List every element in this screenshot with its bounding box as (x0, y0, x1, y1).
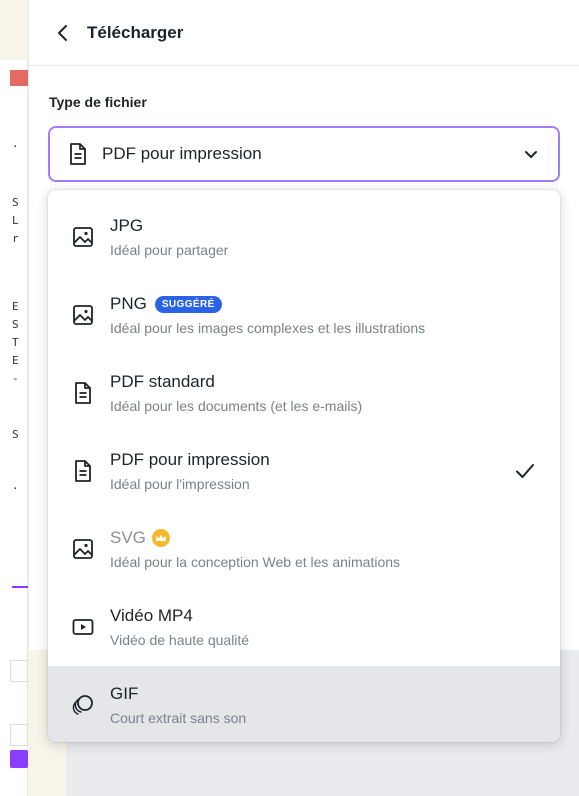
editor-glyph: S (12, 318, 19, 331)
editor-thumbnail (10, 70, 28, 86)
checkmark-icon (516, 464, 534, 478)
file-type-label: Type de fichier (49, 94, 147, 110)
image-icon (73, 305, 93, 325)
panel-title: Télécharger (87, 22, 184, 42)
editor-input-stub (10, 660, 28, 682)
back-button[interactable] (51, 21, 75, 45)
editor-glyph: · (12, 482, 19, 495)
editor-glyph: E (12, 354, 19, 367)
option-description: Vidéo de haute qualité (110, 632, 250, 648)
option-title: PNG (110, 294, 147, 313)
video-icon (72, 619, 94, 635)
image-icon (73, 227, 93, 247)
editor-glyph: E (12, 300, 19, 313)
option-pdf-standard[interactable]: PDF standard Idéal pour les documents (e… (48, 354, 560, 432)
option-title: Vidéo MP4 (110, 606, 193, 625)
option-description: Idéal pour la conception Web et les anim… (110, 554, 401, 570)
option-description: Idéal pour partager (110, 242, 229, 258)
editor-glyph: - (12, 372, 19, 385)
editor-glyph: T (12, 336, 19, 349)
option-description: Court extrait sans son (110, 710, 247, 726)
option-pdf-print[interactable]: PDF pour impression Idéal pour l'impress… (48, 432, 560, 510)
file-type-dropdown: JPG Idéal pour partager PNG SUGGÉRÉ Idéa… (48, 190, 560, 742)
editor-glyph: · (12, 140, 19, 153)
option-gif[interactable]: GIF Court extrait sans son (48, 666, 560, 742)
editor-glyph: r (12, 232, 19, 245)
option-title: GIF (110, 684, 139, 703)
option-jpg[interactable]: JPG Idéal pour partager (48, 198, 560, 276)
editor-glyph: S (12, 428, 19, 441)
editor-input-stub (10, 724, 28, 746)
option-title: PDF standard (110, 372, 215, 391)
chevron-left-icon (58, 24, 67, 41)
option-description: Idéal pour l'impression (110, 476, 250, 492)
image-icon (73, 539, 93, 559)
editor-accent-line (12, 586, 28, 588)
file-type-select[interactable]: PDF pour impression (48, 126, 560, 182)
option-description: Idéal pour les documents (et les e-mails… (110, 398, 363, 414)
option-mp4[interactable]: Vidéo MP4 Vidéo de haute qualité (48, 588, 560, 666)
chevron-down-icon (525, 151, 537, 158)
option-title: SVG (110, 528, 146, 547)
panel-header: Télécharger (29, 0, 579, 66)
selected-file-type: PDF pour impression (102, 144, 262, 163)
document-icon (75, 460, 91, 482)
suggested-badge: SUGGÉRÉ (154, 295, 222, 313)
option-description: Idéal pour les images complexes et les i… (110, 320, 426, 336)
crown-icon (151, 529, 170, 547)
editor-glyph: S (12, 196, 19, 209)
editor-glyph: L (12, 214, 19, 227)
option-title: JPG (110, 216, 144, 235)
document-icon (70, 143, 86, 165)
document-icon (75, 382, 91, 404)
gif-icon (72, 695, 93, 715)
option-title: PDF pour impression (110, 450, 270, 469)
option-svg[interactable]: SVG Idéal pour la conception Web et les … (48, 510, 560, 588)
editor-purple-button (10, 750, 28, 768)
option-png[interactable]: PNG SUGGÉRÉ Idéal pour les images comple… (48, 276, 560, 354)
